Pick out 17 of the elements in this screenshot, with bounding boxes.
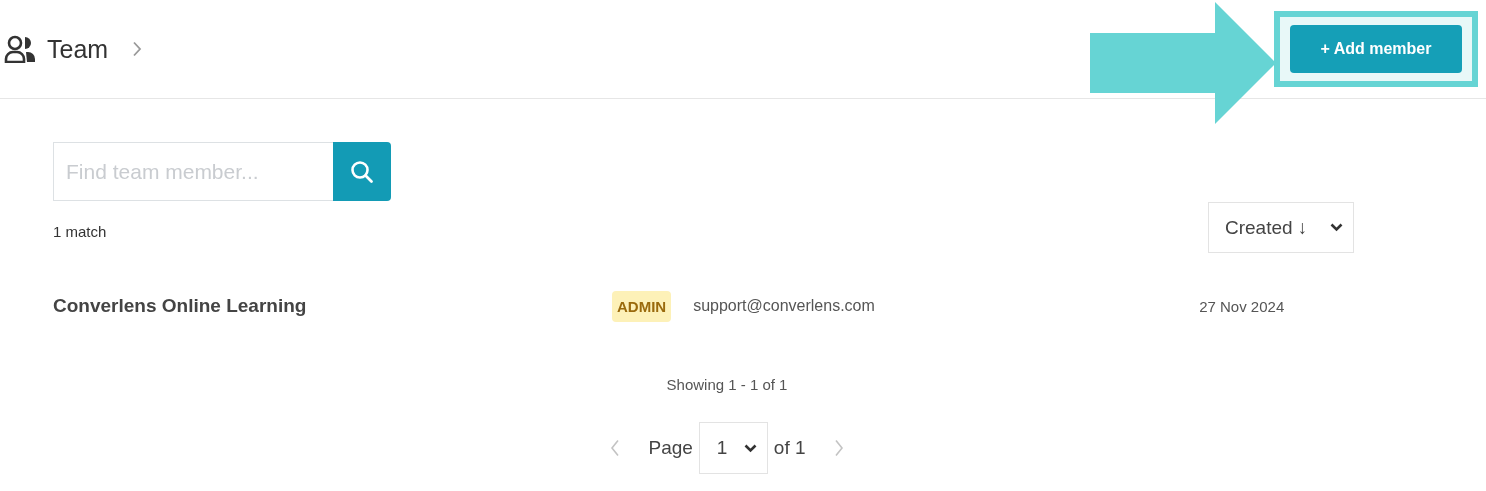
role-badge: ADMIN bbox=[612, 290, 672, 322]
people-icon bbox=[4, 35, 37, 63]
match-count: 1 match bbox=[53, 223, 107, 240]
page-title: Team bbox=[47, 34, 109, 64]
member-name: Converlens Online Learning bbox=[53, 295, 308, 317]
created-date: 27 Nov 2024 bbox=[1199, 297, 1285, 315]
search-button[interactable] bbox=[333, 142, 391, 201]
member-email: support@converlens.com bbox=[693, 297, 876, 315]
caret-icon bbox=[743, 443, 757, 453]
page-total: of 1 bbox=[773, 437, 806, 459]
page-select[interactable]: 1 bbox=[698, 422, 768, 474]
results-summary: Showing 1 - 1 of 1 bbox=[666, 376, 788, 393]
caret-icon bbox=[1330, 223, 1343, 232]
search-icon bbox=[350, 159, 374, 184]
sort-dropdown[interactable]: Created ↓ bbox=[1208, 202, 1354, 253]
chevron-right-icon bbox=[132, 41, 143, 57]
page-label: Page bbox=[648, 437, 693, 459]
